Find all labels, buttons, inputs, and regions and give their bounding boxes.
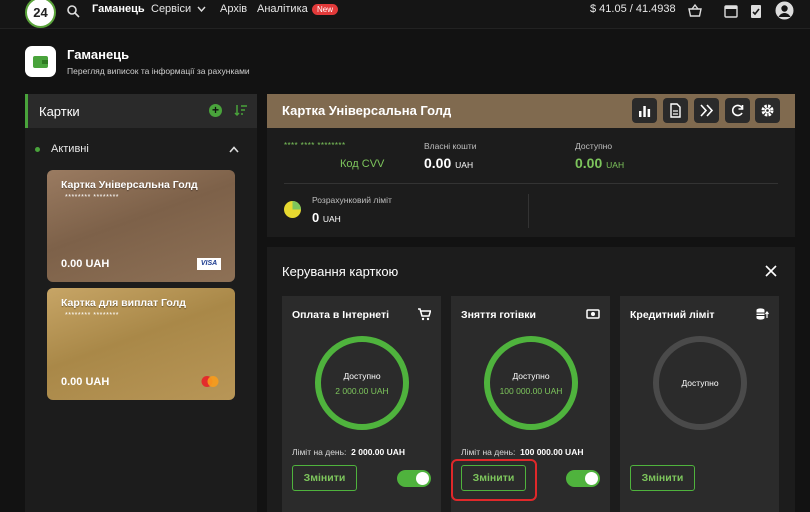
card-balance: 0.00 UAH [61,258,110,270]
bar-chart-icon [639,106,651,117]
wallet-icon [33,56,48,68]
currency: UAH [322,214,341,224]
new-badge: New [312,4,339,15]
refresh-button[interactable] [725,98,750,123]
daily-limit: Ліміт на день: 2 000.00 UAH [292,447,405,457]
basket-icon[interactable] [687,3,703,19]
cash-icon [586,309,600,319]
limit-card-title: Кредитний ліміт [630,309,715,321]
daily-limit-label: Ліміт на день: [292,447,347,457]
search-icon[interactable] [66,4,80,18]
top-navigation: 24 Гаманець Сервіси Архів Аналітика New … [0,0,810,29]
wallet-badge [25,46,56,77]
ring-label: Доступно [681,378,719,388]
pie-chart-icon [284,201,301,218]
nav-item-analytics[interactable]: Аналітика [257,3,308,15]
page-title: Гаманець [67,47,130,62]
calc-limit-label: Розрахунковий ліміт [312,195,392,205]
card-universal-gold[interactable]: Картка Універсальна Голд ******** ******… [47,170,235,282]
coins-icon [756,308,769,320]
cart-icon [418,308,431,321]
change-limit-button[interactable]: Змінити [630,465,695,491]
card-name: Картка для виплат Голд [61,297,186,309]
nav-item-wallet[interactable]: Гаманець [92,3,145,15]
available-value: 0.00 UAH [575,155,624,171]
card-name: Картка Універсальна Голд [61,179,198,191]
card-number: ******** ******** [65,194,120,201]
change-limit-button[interactable]: Змінити [292,465,357,491]
own-funds-amount: 0.00 [424,155,452,171]
card-management-title: Керування карткою [282,264,399,279]
available-amount: 0.00 [575,155,603,171]
daily-limit-value: 100 000.00 UAH [520,447,584,457]
card-payout-gold[interactable]: Картка для виплат Голд ******** ********… [47,288,235,400]
available-label: Доступно [575,141,613,151]
sort-icon[interactable] [234,103,248,117]
limit-card-title: Зняття готівки [461,309,536,321]
statement-button[interactable] [663,98,688,123]
currency: UAH [455,160,474,170]
clipboard-check-icon[interactable] [748,3,764,19]
calc-limit-amount: 0 [312,210,320,225]
ring-label: Доступно [512,371,550,381]
document-icon [670,103,681,118]
mastercard-logo-icon [201,376,219,387]
cards-panel-header: Картки + [25,94,257,128]
masked-card-number[interactable]: **** **** ******** [284,141,345,150]
limit-toggle[interactable] [566,470,600,487]
own-funds-value: 0.00 UAH [424,155,473,171]
card-detail-title: Картка Універсальна Голд [282,103,452,118]
chevron-down-icon[interactable] [197,6,206,12]
ring-label: Доступно [343,371,381,381]
nav-item-archive[interactable]: Архів [220,3,247,15]
calendar-icon[interactable] [723,3,739,19]
refresh-icon [731,104,744,117]
cards-panel: Картки + Активні Картка Універсальна Гол… [25,94,257,512]
card-detail-header: Картка Універсальна Голд [267,94,795,128]
divider [528,194,529,228]
limit-card-internet-payments: Оплата в Інтернеті Доступно 2 000.00 UAH… [282,296,441,512]
page-subtitle: Перегляд виписок та інформації за рахунк… [67,66,250,76]
cards-panel-title: Картки [39,104,80,119]
card-detail-body: **** **** ******** Код CVV Власні кошти … [267,128,795,237]
limit-card-title: Оплата в Інтернеті [292,309,390,321]
limit-toggle[interactable] [397,470,431,487]
statistics-button[interactable] [632,98,657,123]
calc-limit-value: 0 UAH [312,210,341,225]
cvv-link[interactable]: Код CVV [340,158,384,170]
close-icon[interactable] [765,265,777,277]
card-number: ******** ******** [65,312,120,319]
add-card-icon[interactable]: + [209,104,222,117]
highlight-box [451,459,537,501]
limit-ring: Доступно 2 000.00 UAH [315,336,409,430]
profile-avatar-icon[interactable] [775,1,794,20]
own-funds-label: Власні кошти [424,141,477,151]
daily-limit: Ліміт на день: 100 000.00 UAH [461,447,583,457]
currency: UAH [606,160,625,170]
more-actions-button[interactable] [694,98,719,123]
divider [284,183,778,184]
ring-value: 2 000.00 UAH [335,386,389,396]
logo[interactable]: 24 [25,0,56,28]
exchange-rate: $ 41.05 / 41.4938 [590,3,676,15]
daily-limit-label: Ліміт на день: [461,447,516,457]
settings-button[interactable] [755,98,780,123]
gear-icon [761,104,774,117]
section-active-label[interactable]: Активні [51,143,89,155]
double-chevron-right-icon [700,104,714,117]
chevron-up-icon[interactable] [229,146,239,153]
visa-logo-icon: VISA [197,258,221,270]
limit-ring: Доступно [653,336,747,430]
card-balance: 0.00 UAH [61,376,110,388]
status-dot [35,147,40,152]
limit-ring: Доступно 100 000.00 UAH [484,336,578,430]
daily-limit-value: 2 000.00 UAH [351,447,406,457]
limit-card-credit-limit: Кредитний ліміт Доступно Змінити [620,296,779,512]
ring-value: 100 000.00 UAH [499,386,563,396]
nav-item-services[interactable]: Сервіси [151,3,191,15]
